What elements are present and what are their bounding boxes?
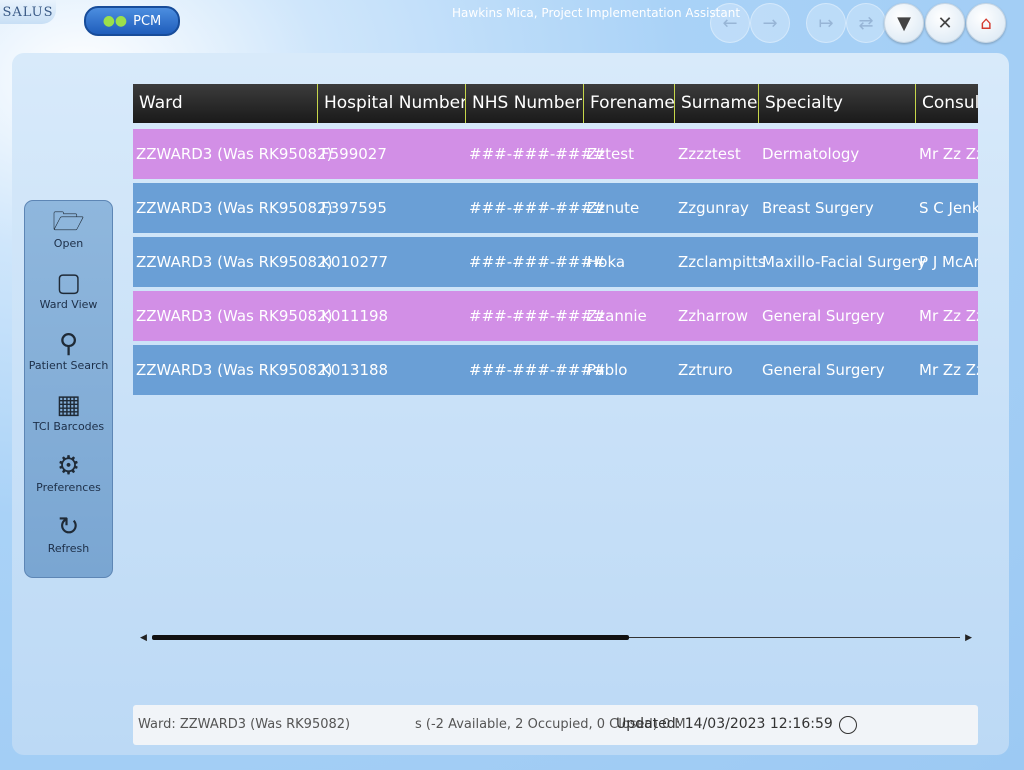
table-row[interactable]: ZZWARD3 (Was RK95082) K013188 ###-###-##… [133,345,978,395]
patient-search-label: Patient Search [28,359,109,372]
arrow-left-icon: ← [722,12,738,34]
cell-specialty: General Surgery [762,307,885,325]
cell-nhs-number: ###-###-#### [469,199,606,217]
sync-button[interactable]: ⇄ [846,3,886,43]
column-specialty[interactable]: Specialty [759,84,916,123]
cell-consultant: S C Jenk [919,199,978,217]
scroll-left-icon[interactable]: ◀ [140,633,147,643]
cell-ward: ZZWARD3 (Was RK95082) [136,253,333,271]
cell-consultant: Mr Zz Zz [919,361,978,379]
cell-ward: ZZWARD3 (Was RK95082) [136,145,333,163]
preferences-label: Preferences [36,481,101,494]
top-bar: SALUS ●● PCM Hawkins Mica, Project Imple… [0,0,1024,44]
table-row[interactable]: ZZWARD3 (Was RK95082) K010277 ###-###-##… [133,237,978,287]
current-user: Hawkins Mica, Project Implementation Ass… [452,6,741,20]
monitor-icon: ▢ [56,268,81,298]
cell-hospital-number: K010277 [321,253,389,271]
cell-forename: Zzannie [587,307,647,325]
gear-icon: ⚙ [56,451,81,481]
cell-nhs-number: ###-###-#### [469,253,606,271]
cell-hospital-number: K013188 [321,361,389,379]
cell-consultant: Mr Zz Zz [919,307,978,325]
cell-specialty: Breast Surgery [762,199,874,217]
qr-code-icon: ▦ [56,390,81,420]
refresh-icon: ↻ [57,512,80,542]
column-surname[interactable]: Surname [675,84,759,123]
cell-hospital-number: F599027 [321,145,387,163]
sync-icon: ⇄ [858,12,874,34]
cell-surname: Zzclampitts [678,253,766,271]
cell-hospital-number: F397595 [321,199,387,217]
table-header: Ward Hospital Number NHS Number Forename… [133,84,978,123]
patient-search-tool[interactable]: ⚲ Patient Search [25,329,112,372]
column-forename[interactable]: Forename [584,84,675,123]
cell-ward: ZZWARD3 (Was RK95082) [136,307,333,325]
column-consultant[interactable]: Consultant [916,84,978,123]
preferences-tool[interactable]: ⚙ Preferences [25,451,112,494]
cell-surname: Zzharrow [678,307,749,325]
filter-button[interactable]: ▼ [884,3,924,43]
home-icon: ⌂ [980,12,992,34]
refresh-tool[interactable]: ↻ Refresh [25,512,112,555]
tci-barcodes-tool[interactable]: ▦ TCI Barcodes [25,390,112,433]
scroll-thumb[interactable] [152,635,629,640]
pcm-button[interactable]: ●● PCM [84,6,180,36]
cell-surname: Zzgunray [678,199,749,217]
table-row[interactable]: ZZWARD3 (Was RK95082) F599027 ###-###-##… [133,129,978,179]
folder-icon: 🗁 [52,207,85,237]
back-button[interactable]: ← [710,3,750,43]
ward-view-tool[interactable]: ▢ Ward View [25,268,112,311]
cell-consultant: P J McAr [919,253,978,271]
horizontal-scrollbar[interactable]: ◀ ▶ [140,632,972,644]
cell-forename: Zznute [587,199,640,217]
cell-nhs-number: ###-###-#### [469,307,606,325]
pcm-label: PCM [133,13,162,29]
column-hospital-number[interactable]: Hospital Number [318,84,466,123]
refresh-label: Refresh [47,542,90,555]
status-indicator-icon[interactable] [839,716,857,734]
close-icon: ✕ [937,12,953,34]
open-label: Open [53,237,84,250]
table-row[interactable]: ZZWARD3 (Was RK95082) F397595 ###-###-##… [133,183,978,233]
cell-surname: Zztruro [678,361,733,379]
scroll-right-icon[interactable]: ▶ [965,633,972,643]
forward-button[interactable]: → [750,3,790,43]
ward-view-label: Ward View [39,298,98,311]
salus-logo: SALUS [0,0,56,24]
column-nhs-number[interactable]: NHS Number [466,84,584,123]
cell-ward: ZZWARD3 (Was RK95082) [136,361,333,379]
cell-forename: Zztest [587,145,634,163]
patient-table: Ward Hospital Number NHS Number Forename… [133,84,978,396]
cell-nhs-number: ###-###-#### [469,361,606,379]
column-ward[interactable]: Ward [133,84,318,123]
cell-specialty: Maxillo-Facial Surgery [762,253,927,271]
cell-forename: Hoka [587,253,626,271]
exit-icon: ↦ [818,12,834,34]
cell-ward: ZZWARD3 (Was RK95082) [136,199,333,217]
open-tool[interactable]: 🗁 Open [25,207,112,250]
people-icon: ●● [102,13,128,29]
cell-specialty: Dermatology [762,145,860,163]
exit-button[interactable]: ↦ [806,3,846,43]
status-updated: Updated: 14/03/2023 12:16:59 [616,716,833,732]
tci-barcodes-label: TCI Barcodes [32,420,105,433]
close-button[interactable]: ✕ [925,3,965,43]
arrow-right-icon: → [762,12,778,34]
left-toolbar: 🗁 Open ▢ Ward View ⚲ Patient Search ▦ TC… [24,200,113,578]
cell-specialty: General Surgery [762,361,885,379]
cell-surname: Zzzztest [678,145,741,163]
home-button[interactable]: ⌂ [966,3,1006,43]
cell-nhs-number: ###-###-#### [469,145,606,163]
magnifier-icon: ⚲ [58,329,79,359]
cell-consultant: Mr Zz Zz [919,145,978,163]
status-ward: Ward: ZZWARD3 (Was RK95082) [138,717,351,732]
table-row[interactable]: ZZWARD3 (Was RK95082) K011198 ###-###-##… [133,291,978,341]
status-bar: Ward: ZZWARD3 (Was RK95082) s (-2 Availa… [133,705,978,745]
cell-forename: Pablo [587,361,628,379]
cell-hospital-number: K011198 [321,307,389,325]
filter-icon: ▼ [897,12,911,34]
